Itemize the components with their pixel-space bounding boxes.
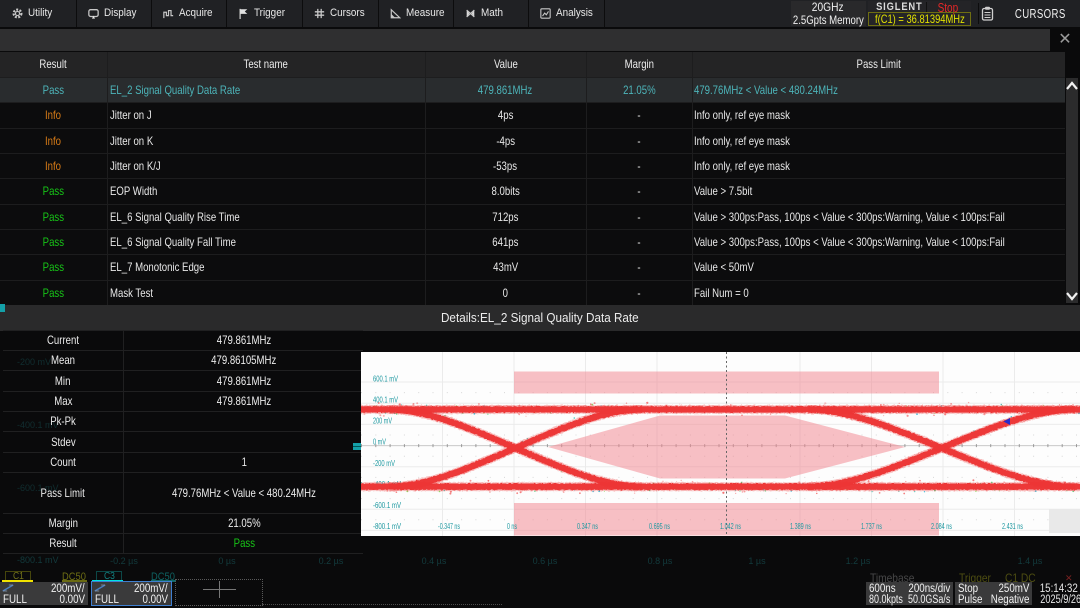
svg-text:2.431 ns: 2.431 ns — [1002, 522, 1023, 531]
svg-text:400.1 mV: 400.1 mV — [373, 395, 398, 404]
svg-text:0.695 ns: 0.695 ns — [649, 522, 670, 531]
svg-text:600.1 mV: 600.1 mV — [373, 375, 398, 384]
svg-text:1.737 ns: 1.737 ns — [861, 522, 882, 531]
svg-text:200 mV: 200 mV — [373, 416, 392, 425]
svg-text:0.347 ns: 0.347 ns — [577, 522, 598, 531]
svg-text:0 ns: 0 ns — [507, 522, 517, 531]
svg-text:-0.347 ns: -0.347 ns — [438, 522, 460, 531]
svg-text:1.389 ns: 1.389 ns — [790, 522, 811, 531]
svg-text:2.084 ns: 2.084 ns — [931, 522, 952, 531]
svg-text:-200 mV: -200 mV — [373, 459, 395, 468]
svg-text:-800.1 mV: -800.1 mV — [373, 522, 402, 531]
svg-text:0 mV: 0 mV — [373, 438, 386, 447]
svg-text:1.042 ns: 1.042 ns — [720, 522, 741, 531]
svg-text:-600.1 mV: -600.1 mV — [373, 501, 402, 510]
